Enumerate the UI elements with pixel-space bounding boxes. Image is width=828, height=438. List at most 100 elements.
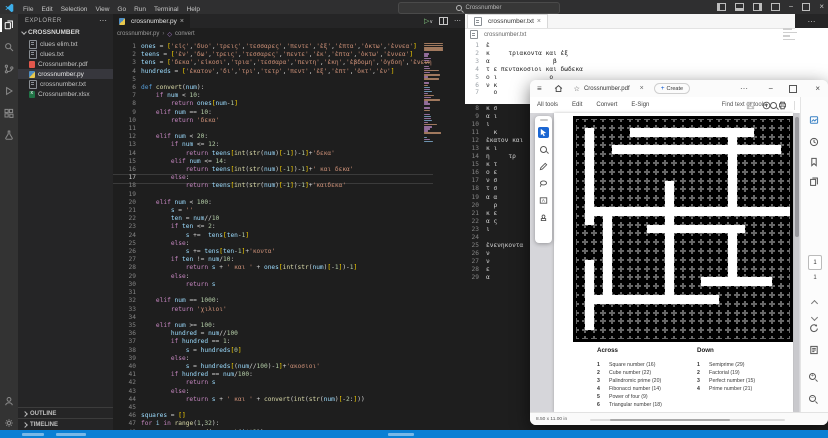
menu-view[interactable]: View: [91, 6, 113, 13]
hamburger-menu-icon[interactable]: ≡: [537, 84, 542, 93]
code-line[interactable]: [141, 289, 433, 297]
code-line[interactable]: return s: [141, 281, 433, 289]
menu-file[interactable]: File: [19, 6, 37, 13]
code-line[interactable]: s = hundreds[(num//100)-1]+'ακοσιοι': [141, 363, 433, 371]
code-line[interactable]: elif num <= 14:: [141, 158, 433, 166]
pdf-vertical-scrollbar[interactable]: [794, 113, 799, 412]
code-line[interactable]: s = hundreds[0]: [141, 347, 433, 355]
code-line[interactable]: tens = ['δεκα','εἱκοσι','τρια','τεσσαρα'…: [141, 59, 433, 67]
txt-line[interactable]: 23ι: [465, 226, 530, 234]
code-line[interactable]: return s: [141, 379, 433, 387]
txt-line[interactable]: 20 ρ: [465, 202, 530, 210]
acrobat-minimize-icon[interactable]: −: [768, 84, 773, 93]
acrobat-menu-all-tools[interactable]: All tools: [530, 102, 565, 108]
acrobat-close-icon[interactable]: ×: [815, 84, 820, 93]
txt-line[interactable]: 18τ σ: [465, 185, 530, 193]
code-line[interactable]: for i in range(1,32):: [141, 420, 433, 428]
menu-go[interactable]: Go: [113, 6, 130, 13]
highlighter-tool-icon[interactable]: [538, 178, 549, 189]
acrobat-menu-convert[interactable]: Convert: [589, 102, 624, 108]
txt-line[interactable]: 22α ς: [465, 218, 530, 226]
pdf-horizontal-scrollbar[interactable]: [590, 419, 785, 421]
file-item-clues-elim-txt[interactable]: clues elim.txt: [18, 39, 113, 49]
txt-line[interactable]: 14η τρ: [465, 153, 530, 161]
command-center-search[interactable]: Crossnumber: [398, 2, 560, 14]
pen-tool-icon[interactable]: [538, 161, 549, 172]
code-line[interactable]: s += tens[ten-1]: [141, 232, 433, 240]
code-line[interactable]: return 'δεκα': [141, 117, 433, 125]
code-line[interactable]: hundred = num//100: [141, 330, 433, 338]
code-line[interactable]: elif num == 1000:: [141, 297, 433, 305]
explorer-more-icon[interactable]: ⋯: [99, 16, 107, 25]
acrobat-menu-edit[interactable]: Edit: [565, 102, 589, 108]
titlebar-more-icon[interactable]: ⋯: [740, 84, 748, 93]
code-line[interactable]: if hundred == num/100:: [141, 371, 433, 379]
stamp-tool-icon[interactable]: [538, 212, 549, 223]
toggle-panel-icon[interactable]: [735, 3, 744, 11]
code-line[interactable]: ten = num//10: [141, 215, 433, 223]
run-debug-icon[interactable]: [4, 86, 14, 96]
fit-page-icon[interactable]: [809, 345, 820, 356]
code-line[interactable]: return teens[int(str(num)[-1])-1]+'δεκα': [141, 150, 433, 158]
save-icon[interactable]: [746, 101, 755, 110]
txt-line[interactable]: 2κ τριακοντα και ἑξ: [465, 50, 828, 58]
code-line[interactable]: return s + ' και ' + ones[int(str(num)[-…: [141, 264, 433, 272]
status-bar[interactable]: [0, 430, 828, 438]
breadcrumb-symbol[interactable]: convert: [175, 31, 195, 37]
rotate-page-icon[interactable]: [809, 323, 820, 334]
extensions-icon[interactable]: [4, 108, 14, 118]
timeline-section[interactable]: TIMELINE: [18, 418, 113, 430]
txt-content-dark[interactable]: 8κ σ9α ι10ι11 κ12ἑκατον και13κ ι14η τρ15…: [465, 105, 530, 282]
folder-crossnumber[interactable]: CROSSNUMBER: [18, 27, 113, 37]
scrollbar-thumb[interactable]: [610, 419, 730, 421]
code-line[interactable]: def convert(num):: [141, 84, 433, 92]
txt-line[interactable]: 3α β: [465, 58, 828, 66]
txt-line[interactable]: 19α α: [465, 194, 530, 202]
txt-line[interactable]: 21κ ε: [465, 210, 530, 218]
txt-line[interactable]: 28ε: [465, 266, 530, 274]
txt-line[interactable]: 26ν: [465, 250, 530, 258]
zoom-tool-icon[interactable]: [538, 144, 549, 155]
customize-layout-icon[interactable]: [771, 3, 780, 11]
txt-line[interactable]: 13κ ι: [465, 145, 530, 153]
tab-crossnumber-txt[interactable]: crossnumber.txt ×: [467, 14, 548, 28]
code-line[interactable]: if ten <= 2:: [141, 223, 433, 231]
code-line[interactable]: s = '': [141, 207, 433, 215]
code-line[interactable]: [141, 191, 433, 199]
code-line[interactable]: elif num < 100:: [141, 199, 433, 207]
menu-edit[interactable]: Edit: [37, 6, 56, 13]
source-control-icon[interactable]: [4, 64, 14, 74]
txt-line[interactable]: 17ν σ: [465, 177, 530, 185]
breadcrumb-file[interactable]: crossnumber.py: [117, 31, 159, 37]
text-box-tool-icon[interactable]: A: [538, 195, 549, 206]
search-icon[interactable]: [4, 42, 14, 52]
settings-gear-icon[interactable]: [4, 418, 14, 428]
toggle-secondary-sidebar-icon[interactable]: [753, 3, 762, 11]
txt-line[interactable]: 4τ ε πεντακοσιοι και δωδεκα: [465, 66, 828, 74]
breadcrumb-file[interactable]: crossnumber.txt: [484, 32, 526, 38]
txt-editor-more-icon[interactable]: ⋯: [795, 14, 828, 28]
close-pdf-tab-icon[interactable]: ×: [640, 85, 644, 92]
menu-help[interactable]: Help: [183, 6, 204, 13]
print-icon[interactable]: [778, 101, 787, 110]
more-actions-icon[interactable]: ⋯: [454, 17, 461, 25]
create-button[interactable]: +Create: [654, 83, 690, 94]
code-line[interactable]: else:: [141, 273, 433, 281]
home-icon[interactable]: [554, 84, 563, 93]
code-line[interactable]: hundreds = ['ἑκατον','δι','τρι','τετρ','…: [141, 68, 433, 76]
acrobat-menu-e-sign[interactable]: E-Sign: [624, 102, 656, 108]
zoom-out-icon[interactable]: −: [809, 389, 820, 400]
minimize-icon[interactable]: −: [789, 3, 794, 11]
code-line[interactable]: else:: [141, 355, 433, 363]
menu-run[interactable]: Run: [130, 6, 150, 13]
select-tool-icon[interactable]: [538, 127, 549, 138]
menu-terminal[interactable]: Terminal: [150, 6, 183, 13]
file-item-crossnumber-pdf[interactable]: Crossnumber.pdf: [18, 59, 113, 69]
pdf-tab-title[interactable]: Crossnumber.pdf: [584, 86, 630, 92]
page-number-input[interactable]: 1: [808, 255, 822, 270]
code-line[interactable]: else:: [141, 174, 433, 182]
export-pdf-icon[interactable]: [809, 115, 820, 126]
code-line[interactable]: [141, 314, 433, 322]
code-line[interactable]: return 'χιλιοι': [141, 306, 433, 314]
share-icon[interactable]: [762, 101, 771, 110]
